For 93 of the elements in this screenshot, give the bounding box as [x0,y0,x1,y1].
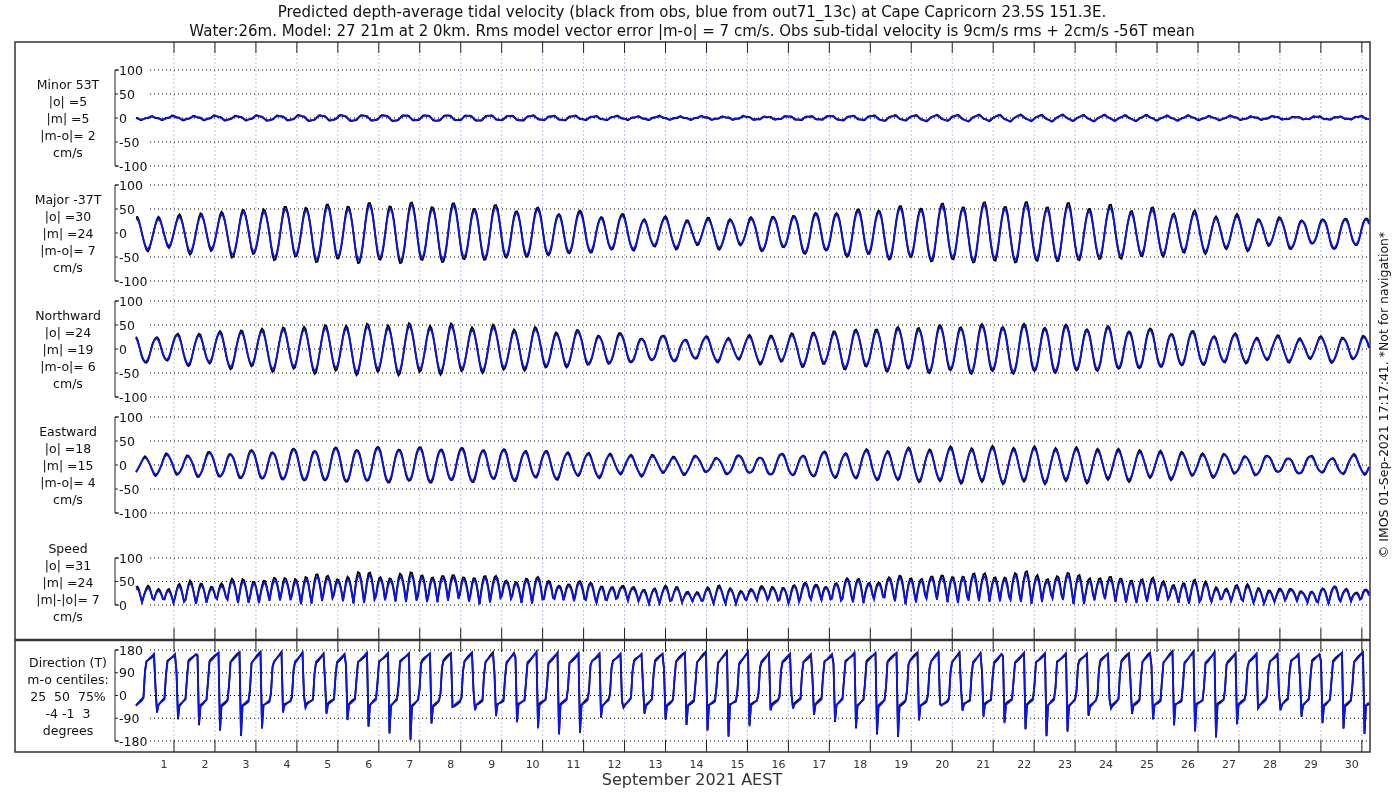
panel-label: |m-o|= 7 [40,243,96,258]
panel-label: cm/s [53,376,83,391]
day-label: 17 [812,758,827,771]
tick-label: -50 [119,481,140,497]
panel-label: Eastward [39,424,97,439]
panel-label: Northward [35,308,101,323]
day-label: 15 [730,758,745,771]
day-label: 1 [160,758,168,771]
tick-label: -180 [119,733,148,749]
day-label: 16 [771,758,786,771]
chart-title: Predicted depth-average tidal velocity (black from obs, blue from out71_13c) at Cape Capricorn 23.5S 151.3E. [277,3,1107,21]
day-label: 21 [976,758,991,771]
panel-label: |m| =5 [46,111,90,126]
day-label: 2 [201,758,209,771]
day-label: 27 [1221,758,1236,771]
day-label: 22 [1017,758,1032,771]
panel-label: |m| =24 [42,226,94,241]
tick-label: 100 [119,62,143,78]
tick-label: 100 [119,550,143,566]
tick-label: -100 [119,158,148,174]
panel-label: cm/s [53,260,83,275]
panel-label: |m-o|= 4 [40,475,96,490]
panel-label: |m-o|= 6 [40,359,96,374]
tick-label: 50 [119,86,135,102]
tick-label: 0 [119,341,127,357]
panel-label: |o| =31 [44,557,92,573]
tick-label: 0 [119,597,127,613]
day-label: 23 [1058,758,1073,771]
tick-label: 100 [119,293,143,309]
day-label: 19 [894,758,909,771]
panel-label: degrees [42,722,94,738]
tick-label: 100 [119,409,143,425]
y-axis [114,557,120,606]
panel-label: |o| =18 [44,441,92,456]
day-label: 12 [607,758,622,771]
panel-label: |m| =19 [42,342,94,357]
tick-label: 50 [119,574,135,589]
tick-label: -100 [119,273,148,289]
panel-label: |o| =5 [48,94,88,109]
day-label: 29 [1303,758,1318,771]
tick-label: -50 [119,249,140,265]
day-label: 10 [525,758,540,771]
tick-label: 0 [119,457,127,473]
panel-label: Minor 53T [36,77,100,92]
panel-label: |m| =15 [42,458,94,473]
axis-title: September 2021 AEST [601,770,783,789]
day-label: 6 [365,758,373,771]
tick-label: 100 [119,177,143,193]
day-label: 25 [1140,758,1155,771]
chart-title: Water:26m. Model: 27 21m at 2 0km. Rms model vector error |m-o| = 7 cm/s. Obs sub-tidal velocity is 9cm/s rms + 2cm/s -56T mean [189,22,1195,40]
day-label: 18 [853,758,868,771]
panel-label: Direction (T) [29,654,107,670]
panel-label: |m| =24 [42,574,94,590]
day-label: 3 [242,758,250,771]
tick-label: 50 [119,317,135,333]
panel-label: |o| =24 [44,325,92,340]
panel-label: 25 50 75% [30,688,106,704]
panel-label: |m|-|o|= 7 [36,591,100,607]
day-label: 26 [1181,758,1195,771]
tick-label: 180 [119,642,143,658]
day-label: 9 [488,758,496,771]
day-label: 7 [406,758,414,771]
panel-label: m-o centiles: [27,671,109,687]
day-label: 11 [566,758,581,771]
day-label: 5 [324,758,332,771]
tick-label: 50 [119,433,135,449]
day-label: 14 [689,758,704,771]
tick-label: -50 [119,365,140,381]
day-label: 20 [935,758,950,771]
panel-label: cm/s [53,492,83,507]
day-label: 4 [283,758,291,771]
day-label: 13 [648,758,663,771]
day-label: 28 [1262,758,1277,771]
panel-label: cm/s [53,608,83,624]
tick-label: 0 [119,110,127,126]
panel-label: |o| =30 [44,209,92,224]
panel-label: Speed [48,540,88,556]
tick-label: 50 [119,201,135,217]
panel-label: cm/s [53,145,83,160]
panel-label: |m-o|= 2 [40,128,96,143]
day-label: 30 [1344,758,1359,771]
tick-label: 90 [119,665,135,681]
tick-label: 0 [119,688,127,703]
tick-label: -100 [119,389,148,405]
copyright-note: © IMOS 01-Sep-2021 17:17:41. *Not for navigation* [1376,231,1391,559]
day-label: 24 [1099,758,1114,771]
tick-label: 0 [119,225,127,241]
tick-label: -50 [119,134,140,150]
tick-label: -100 [119,505,148,521]
panel-label: Major -37T [34,192,102,207]
tick-label: -90 [119,710,140,726]
panel-label: -4 -1 3 [45,705,91,721]
day-label: 8 [447,758,455,771]
